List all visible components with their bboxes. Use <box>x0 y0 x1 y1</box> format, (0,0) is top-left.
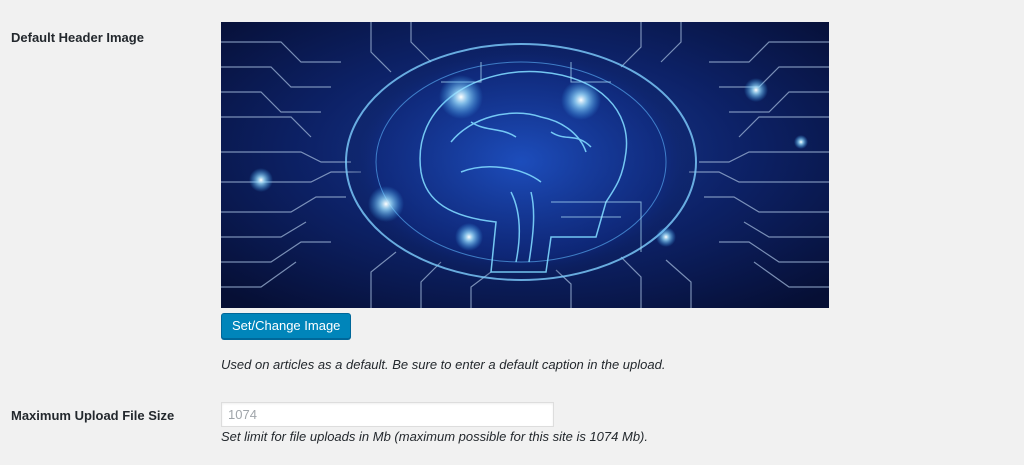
max-upload-size-input[interactable] <box>221 402 554 427</box>
max-upload-size-help-text: Set limit for file uploads in Mb (maximu… <box>221 429 648 444</box>
max-upload-size-label: Maximum Upload File Size <box>11 408 175 423</box>
default-header-image <box>221 22 829 308</box>
settings-page: Default Header Image Set/Change Image Us… <box>0 0 1024 465</box>
default-header-image-label: Default Header Image <box>11 30 144 45</box>
set-change-image-button[interactable]: Set/Change Image <box>221 313 352 339</box>
header-image-help-text: Used on articles as a default. Be sure t… <box>221 357 666 372</box>
